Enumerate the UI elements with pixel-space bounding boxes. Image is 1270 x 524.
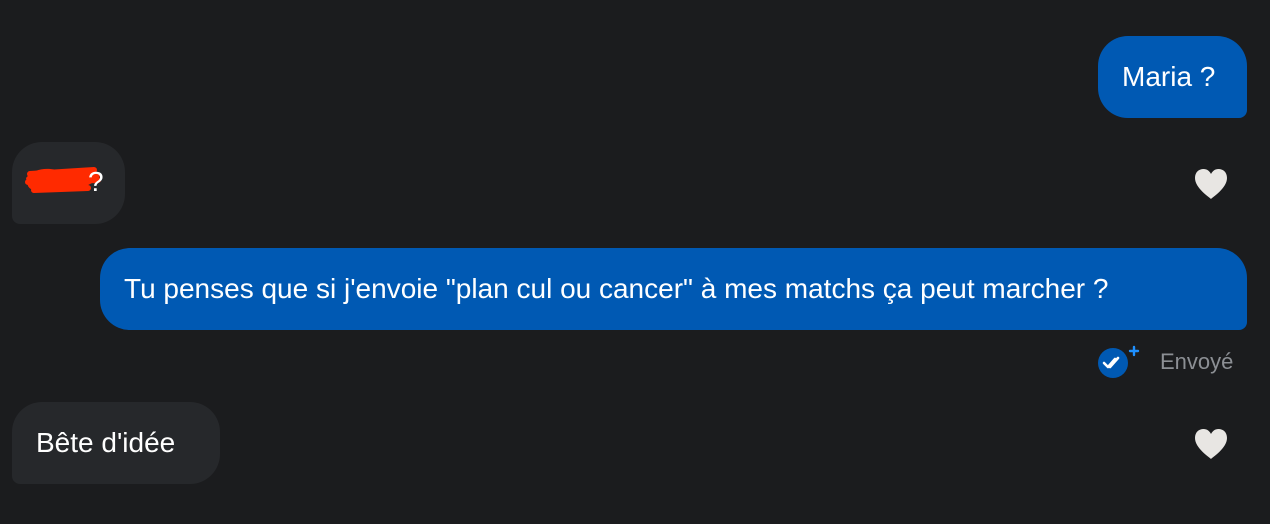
status-label: Envoyé [1160, 349, 1234, 374]
double-check-plus-icon [1098, 345, 1140, 378]
heart-icon[interactable] [1192, 166, 1230, 202]
sent-message-bubble[interactable]: Tu penses que si j'envoie "plan cul ou c… [100, 248, 1247, 330]
message-text: Tu penses que si j'envoie "plan cul ou c… [124, 273, 1109, 304]
message-text: Maria ? [1122, 61, 1216, 92]
message-status: Envoyé [1096, 344, 1233, 380]
heart-icon[interactable] [1192, 426, 1230, 462]
chat-thread: Maria ? ? Tu penses que si j'envoie "pla… [0, 0, 1270, 524]
received-message-bubble[interactable]: Bête d'idée [12, 402, 220, 484]
message-text: ? [88, 166, 104, 197]
message-text: Bête d'idée [36, 427, 176, 458]
sent-message-bubble[interactable]: Maria ? [1098, 36, 1247, 118]
